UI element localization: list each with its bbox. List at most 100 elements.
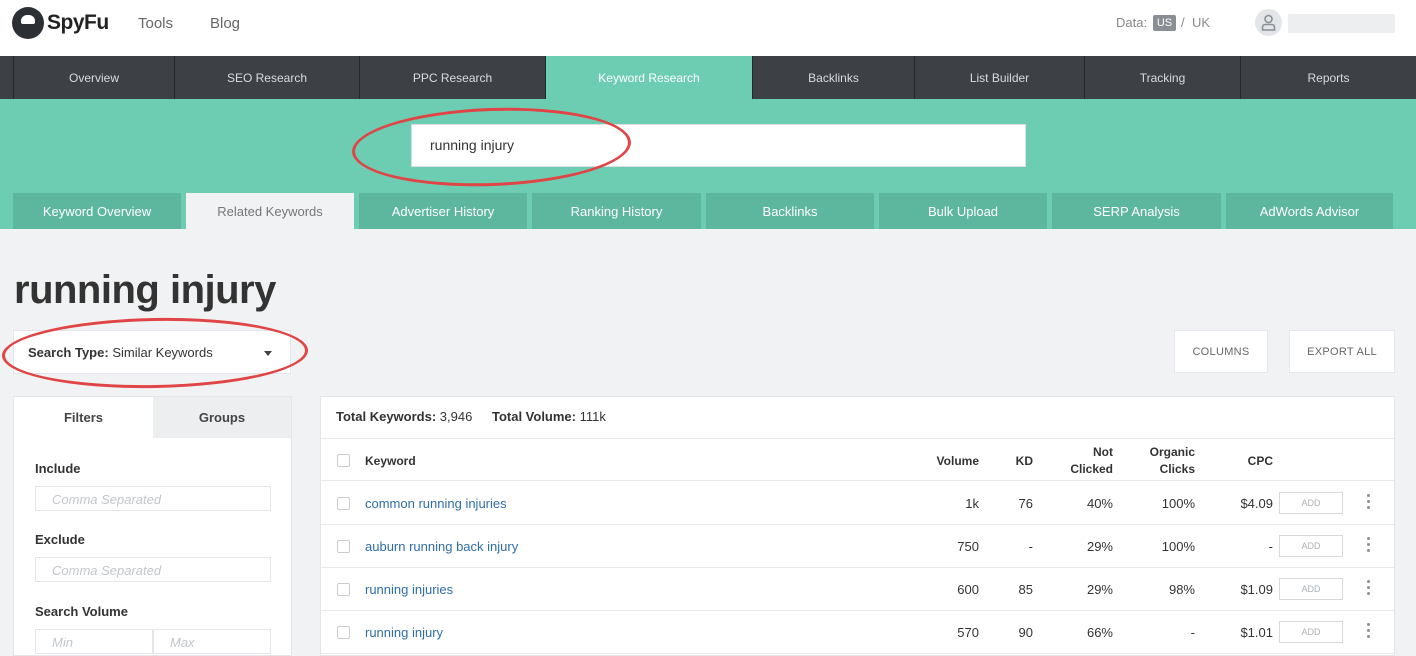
subtab-related-keywords[interactable]: Related Keywords (186, 193, 354, 229)
volume-cell: 1k (965, 496, 979, 511)
volume-max-input[interactable]: Max (153, 629, 271, 654)
col-not-clicked-line1: Not (1093, 445, 1113, 459)
user-icon (1261, 14, 1276, 31)
cpc-cell: $4.09 (1240, 496, 1273, 511)
add-button[interactable]: ADD (1279, 492, 1343, 514)
col-not-clicked[interactable]: Not Clicked (1061, 445, 1113, 476)
table-row: common running injuries 1k 76 40% 100% $… (321, 482, 1394, 525)
tab-reports[interactable]: Reports (1241, 56, 1416, 99)
avatar[interactable] (1255, 9, 1282, 36)
tab-list-builder[interactable]: List Builder (915, 56, 1085, 99)
table-row: auburn running back injury 750 - 29% 100… (321, 525, 1394, 568)
keyword-link[interactable]: auburn running back injury (365, 539, 518, 554)
columns-button[interactable]: COLUMNS (1174, 330, 1268, 373)
col-organic-line2: Clicks (1159, 462, 1195, 476)
top-header: SpyFu Tools Blog Data: US / UK (0, 0, 1416, 56)
organic-clicks-cell: - (1190, 625, 1195, 640)
subtab-adwords-advisor[interactable]: AdWords Advisor (1226, 193, 1393, 229)
keyword-link[interactable]: running injury (365, 625, 443, 640)
row-checkbox[interactable] (337, 583, 350, 596)
not-clicked-cell: 29% (1086, 582, 1113, 597)
filters-panel: Filters Groups Include Comma Separated E… (13, 396, 292, 656)
tab-filters[interactable]: Filters (14, 397, 153, 438)
col-cpc[interactable]: CPC (1221, 454, 1273, 468)
subtab-backlinks[interactable]: Backlinks (706, 193, 874, 229)
col-not-clicked-line2: Clicked (1070, 462, 1113, 476)
kd-cell: 76 (1018, 496, 1033, 511)
select-all-checkbox[interactable] (337, 454, 350, 467)
more-options-icon[interactable] (1367, 494, 1371, 512)
data-separator: / (1181, 15, 1185, 30)
keywords-table-card: Total Keywords: 3,946 Total Volume: 111k… (320, 396, 1395, 656)
add-button[interactable]: ADD (1279, 621, 1343, 643)
more-options-icon[interactable] (1367, 537, 1371, 555)
subtab-keyword-overview[interactable]: Keyword Overview (13, 193, 181, 229)
col-volume[interactable]: Volume (921, 454, 979, 468)
organic-clicks-cell: 100% (1161, 539, 1195, 554)
data-us-toggle[interactable]: US (1153, 15, 1176, 31)
include-label: Include (35, 461, 81, 476)
search-volume-label: Search Volume (35, 604, 128, 619)
total-keywords-label: Total Keywords: (336, 409, 437, 424)
row-checkbox[interactable] (337, 626, 350, 639)
row-checkbox[interactable] (337, 497, 350, 510)
col-organic-line1: Organic (1149, 445, 1195, 459)
volume-min-input[interactable]: Min (35, 629, 153, 654)
add-button[interactable]: ADD (1279, 535, 1343, 557)
tab-tracking[interactable]: Tracking (1085, 56, 1241, 99)
total-volume-label: Total Volume: (491, 409, 576, 424)
tab-seo-research[interactable]: SEO Research (175, 56, 360, 99)
col-keyword[interactable]: Keyword (365, 454, 416, 468)
subtab-serp-analysis[interactable]: SERP Analysis (1052, 193, 1221, 229)
kd-cell: 90 (1018, 625, 1033, 640)
more-options-icon[interactable] (1367, 580, 1371, 598)
username-redacted (1288, 14, 1395, 33)
main-nav: Overview SEO Research PPC Research Keywo… (0, 56, 1416, 99)
cpc-cell: - (1268, 539, 1273, 554)
tab-groups[interactable]: Groups (153, 397, 291, 438)
table-row: running injuries 600 85 29% 98% $1.09 AD… (321, 568, 1394, 611)
volume-cell: 600 (957, 582, 979, 597)
logo-text: SpyFu (47, 11, 109, 34)
exclude-input[interactable]: Comma Separated (35, 557, 271, 582)
organic-clicks-cell: 98% (1168, 582, 1195, 597)
spy-logo-icon (12, 7, 44, 39)
volume-cell: 750 (957, 539, 979, 554)
cpc-cell: $1.01 (1240, 625, 1273, 640)
kd-cell: 85 (1018, 582, 1033, 597)
exclude-label: Exclude (35, 532, 85, 547)
nav-blog-link[interactable]: Blog (210, 15, 240, 32)
nav-tools-link[interactable]: Tools (138, 15, 173, 32)
table-row: running injury 570 90 66% - $1.01 ADD (321, 611, 1394, 654)
tab-keyword-research[interactable]: Keyword Research (546, 56, 753, 99)
col-organic-clicks[interactable]: Organic Clicks (1121, 445, 1195, 476)
page-title: running injury (14, 268, 276, 312)
not-clicked-cell: 29% (1086, 539, 1113, 554)
tab-backlinks[interactable]: Backlinks (753, 56, 915, 99)
organic-clicks-cell: 100% (1161, 496, 1195, 511)
not-clicked-cell: 66% (1086, 625, 1113, 640)
more-options-icon[interactable] (1367, 623, 1371, 641)
row-checkbox[interactable] (337, 540, 350, 553)
spyfu-logo[interactable]: SpyFu (12, 7, 109, 39)
include-input[interactable]: Comma Separated (35, 486, 271, 511)
keyword-link[interactable]: common running injuries (365, 496, 507, 511)
col-kd[interactable]: KD (1001, 454, 1033, 468)
export-all-button[interactable]: EXPORT ALL (1289, 330, 1395, 373)
kd-cell: - (1028, 539, 1033, 554)
cpc-cell: $1.09 (1240, 582, 1273, 597)
add-button[interactable]: ADD (1279, 578, 1343, 600)
annotation-circle-search-type (1, 315, 309, 391)
totals-summary: Total Keywords: 3,946 Total Volume: 111k (336, 409, 606, 424)
keyword-link[interactable]: running injuries (365, 582, 453, 597)
main-nav-spacer (0, 56, 14, 99)
not-clicked-cell: 40% (1086, 496, 1113, 511)
subtab-bulk-upload[interactable]: Bulk Upload (879, 193, 1047, 229)
volume-cell: 570 (957, 625, 979, 640)
sub-tabs: Keyword Overview Related Keywords Advert… (13, 193, 1393, 229)
subtab-ranking-history[interactable]: Ranking History (532, 193, 701, 229)
tab-ppc-research[interactable]: PPC Research (360, 56, 546, 99)
tab-overview[interactable]: Overview (14, 56, 175, 99)
data-uk-toggle[interactable]: UK (1192, 15, 1210, 30)
subtab-advertiser-history[interactable]: Advertiser History (359, 193, 527, 229)
